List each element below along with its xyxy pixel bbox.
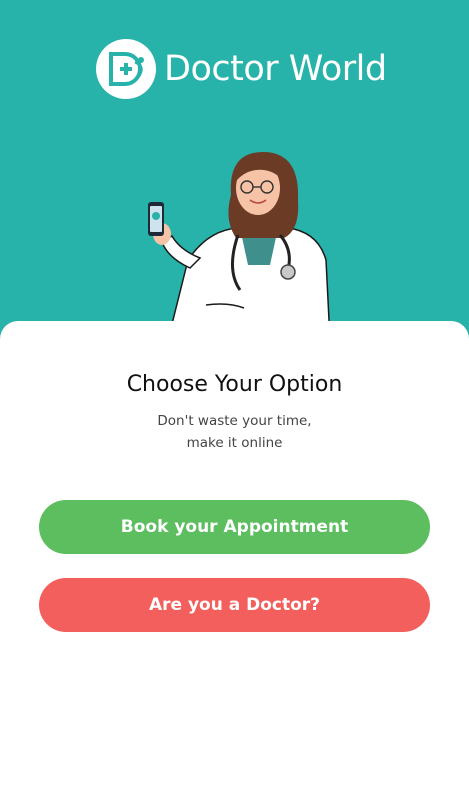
subtitle-line-1: Don't waste your time, — [157, 413, 312, 429]
app-name: Doctor World — [164, 49, 387, 89]
subtitle: Don't waste your time, make it online — [0, 410, 469, 454]
options-card: Choose Your Option Don't waste your time… — [0, 321, 469, 800]
doctor-login-button[interactable]: Are you a Doctor? — [39, 578, 430, 632]
doctor-illustration — [148, 152, 331, 340]
brand: Doctor World — [96, 38, 387, 100]
subtitle-line-2: make it online — [186, 435, 283, 451]
doctor-world-logo-icon — [96, 39, 156, 99]
page-title: Choose Your Option — [126, 372, 343, 397]
book-appointment-button[interactable]: Book your Appointment — [39, 500, 430, 554]
hero-banner: Doctor World — [0, 0, 469, 360]
